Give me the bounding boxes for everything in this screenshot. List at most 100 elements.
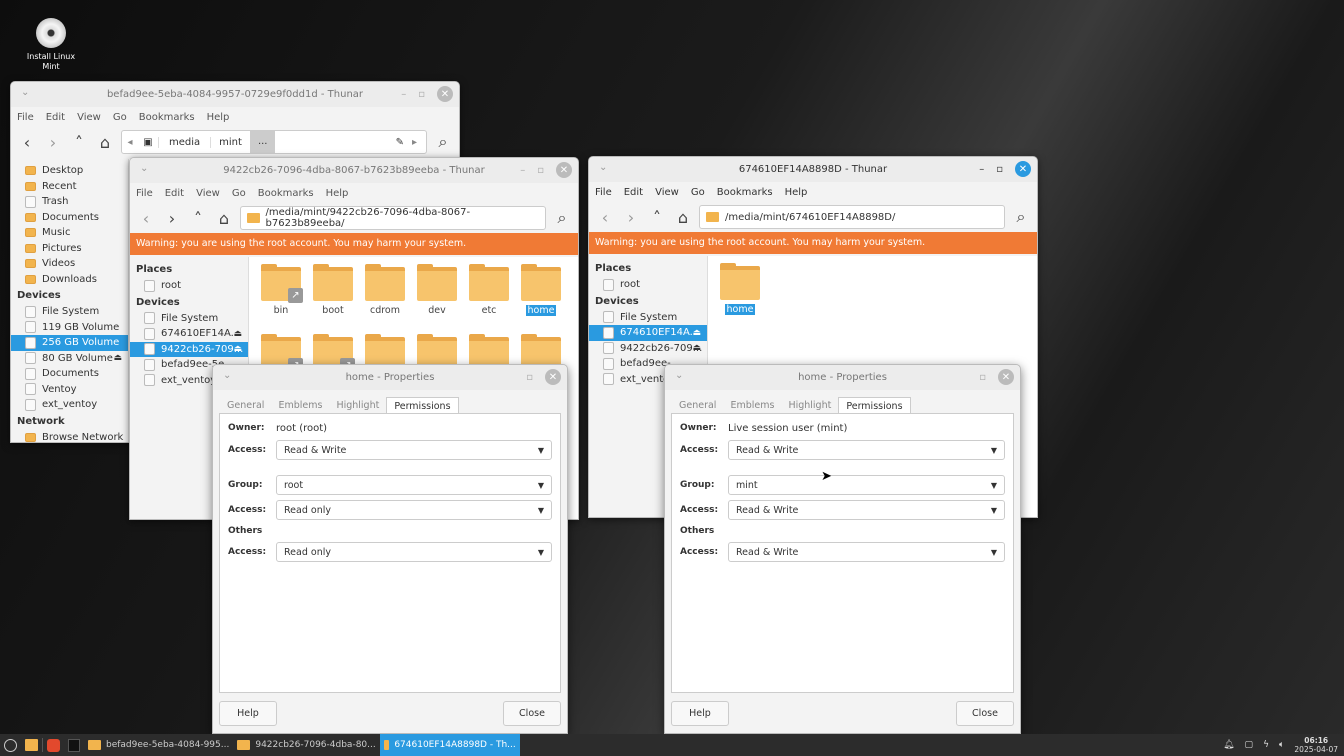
owner-access-select[interactable]: Read & Write ▼ bbox=[728, 440, 1005, 460]
sidebar-item-videos[interactable]: Videos bbox=[11, 256, 128, 272]
location-input[interactable]: /media/mint/9422cb26-7096-4dba-8067-b762… bbox=[240, 206, 546, 230]
menu-help[interactable]: Help bbox=[785, 187, 808, 198]
help-button[interactable]: Help bbox=[671, 701, 729, 726]
sidebar-item-documents[interactable]: Documents bbox=[11, 210, 128, 226]
up-button[interactable]: ˄ bbox=[69, 133, 89, 152]
minimize-button[interactable]: – bbox=[520, 165, 525, 176]
scroll-right-icon[interactable]: ▸ bbox=[412, 137, 426, 148]
folder-item-dev[interactable]: dev bbox=[411, 264, 463, 329]
menu-edit[interactable]: Edit bbox=[624, 187, 643, 198]
owner-access-select[interactable]: Read & Write ▼ bbox=[276, 440, 552, 460]
back-button[interactable]: ‹ bbox=[595, 208, 615, 227]
sidebar-item-music[interactable]: Music bbox=[11, 225, 128, 241]
folder-item-bin[interactable]: ↗ bin bbox=[255, 264, 307, 329]
tab-general[interactable]: General bbox=[220, 397, 271, 414]
volume-icon[interactable]: 🔈︎ bbox=[1279, 740, 1284, 750]
menu-go[interactable]: Go bbox=[691, 187, 705, 198]
close-dialog-button[interactable]: Close bbox=[503, 701, 561, 726]
maximize-button[interactable]: ▫ bbox=[537, 165, 544, 176]
up-button[interactable]: ˄ bbox=[647, 208, 667, 227]
chevron-down-icon[interactable]: ⌄ bbox=[675, 370, 683, 381]
group-select[interactable]: mint ▼ bbox=[728, 475, 1005, 495]
search-icon[interactable]: ⌕ bbox=[1011, 207, 1031, 227]
help-button[interactable]: Help bbox=[219, 701, 277, 726]
maximize-button[interactable]: ▫ bbox=[418, 89, 425, 100]
tab-emblems[interactable]: Emblems bbox=[271, 397, 329, 414]
sidebar-item-recent[interactable]: Recent bbox=[11, 179, 128, 195]
menu-bookmarks[interactable]: Bookmarks bbox=[258, 188, 314, 199]
others-access-select[interactable]: Read & Write ▼ bbox=[728, 542, 1005, 562]
minimize-button[interactable]: – bbox=[401, 89, 406, 100]
title-bar[interactable]: ⌄ befad9ee-5eba-4084-9957-0729e9f0dd1d - … bbox=[11, 82, 459, 107]
menu-bookmarks[interactable]: Bookmarks bbox=[139, 112, 195, 123]
back-button[interactable]: ‹ bbox=[136, 209, 156, 228]
home-button[interactable]: ⌂ bbox=[95, 133, 115, 152]
task-9422cb26[interactable]: 9422cb26-7096-4dba-80... bbox=[233, 734, 379, 756]
maximize-button[interactable]: ▫ bbox=[979, 372, 986, 383]
title-bar[interactable]: ⌄ 674610EF14A8898D - Thunar – ▫ ✕ bbox=[589, 157, 1037, 182]
tab-highlight[interactable]: Highlight bbox=[781, 397, 838, 414]
menu-help[interactable]: Help bbox=[207, 112, 230, 123]
forward-button[interactable]: › bbox=[162, 209, 182, 228]
title-bar[interactable]: ⌄ home - Properties ▫ ✕ bbox=[213, 365, 567, 390]
sidebar-item-ext-ventoy[interactable]: ext_ventoy bbox=[11, 397, 128, 413]
sidebar-item-file-system[interactable]: File System bbox=[589, 310, 707, 326]
sidebar-item-pictures[interactable]: Pictures bbox=[11, 241, 128, 257]
sidebar-item-ventoy[interactable]: Ventoy bbox=[11, 382, 128, 398]
menu-go[interactable]: Go bbox=[113, 112, 127, 123]
home-button[interactable]: ⌂ bbox=[673, 208, 693, 227]
eject-icon[interactable]: ⏏ bbox=[692, 343, 701, 353]
forward-button[interactable]: › bbox=[43, 133, 63, 152]
title-bar[interactable]: ⌄ 9422cb26-7096-4dba-8067-b7623b89eeba - … bbox=[130, 158, 578, 183]
crumb-mint[interactable]: mint bbox=[210, 136, 250, 148]
forward-button[interactable]: › bbox=[621, 208, 641, 227]
folder-item-boot[interactable]: boot bbox=[307, 264, 359, 329]
folder-item-etc[interactable]: etc bbox=[463, 264, 515, 329]
sidebar-item-256-gb-volume[interactable]: 256 GB Volume bbox=[11, 335, 128, 351]
crumb-media[interactable]: media bbox=[158, 136, 210, 148]
sidebar-item-9422cb26-709[interactable]: 9422cb26-709... ⏏ bbox=[589, 341, 707, 357]
task-befad9ee[interactable]: befad9ee-5eba-4084-995... bbox=[84, 734, 233, 756]
up-button[interactable]: ˄ bbox=[188, 209, 208, 228]
search-icon[interactable]: ⌕ bbox=[552, 208, 572, 228]
folder-item-cdrom[interactable]: cdrom bbox=[359, 264, 411, 329]
sidebar-item-desktop[interactable]: Desktop bbox=[11, 163, 128, 179]
search-icon[interactable]: ⌕ bbox=[433, 132, 453, 152]
tab-emblems[interactable]: Emblems bbox=[723, 397, 781, 414]
edit-location-icon[interactable]: ✎ bbox=[396, 137, 412, 148]
crumb-more[interactable]: ... bbox=[249, 130, 276, 154]
chevron-down-icon[interactable]: ⌄ bbox=[21, 87, 29, 98]
menu-file[interactable]: File bbox=[136, 188, 153, 199]
scroll-left-icon[interactable]: ◂ bbox=[122, 137, 138, 148]
menu-go[interactable]: Go bbox=[232, 188, 246, 199]
others-access-select[interactable]: Read only ▼ bbox=[276, 542, 552, 562]
sidebar-item-674610ef14a[interactable]: 674610EF14A... ⏏ bbox=[130, 326, 248, 342]
eject-icon[interactable]: ⏏ bbox=[692, 328, 701, 338]
chevron-down-icon[interactable]: ⌄ bbox=[599, 162, 607, 173]
display-icon[interactable]: ▢ bbox=[1245, 740, 1254, 750]
maximize-button[interactable]: ▫ bbox=[996, 164, 1003, 175]
sidebar-item-9422cb26-709[interactable]: 9422cb26-709... ⏏ bbox=[130, 341, 248, 357]
menu-file[interactable]: File bbox=[17, 112, 34, 123]
menu-button[interactable] bbox=[0, 734, 21, 756]
tab-general[interactable]: General bbox=[672, 397, 723, 414]
folder-item-home[interactable]: home bbox=[714, 263, 766, 328]
close-button[interactable]: ✕ bbox=[1015, 161, 1031, 177]
maximize-button[interactable]: ▫ bbox=[526, 372, 533, 383]
menu-view[interactable]: View bbox=[196, 188, 220, 199]
eject-icon[interactable]: ⏏ bbox=[113, 353, 122, 363]
back-button[interactable]: ‹ bbox=[17, 133, 37, 152]
tab-permissions[interactable]: Permissions bbox=[838, 397, 911, 414]
tab-highlight[interactable]: Highlight bbox=[329, 397, 386, 414]
sidebar-item-root[interactable]: root bbox=[130, 278, 248, 294]
group-access-select[interactable]: Read & Write ▼ bbox=[728, 500, 1005, 520]
title-bar[interactable]: ⌄ home - Properties ▫ ✕ bbox=[665, 365, 1020, 390]
files-launcher[interactable] bbox=[21, 734, 42, 756]
drive-icon[interactable]: ▣ bbox=[138, 137, 158, 148]
task-674610ef[interactable]: 674610EF14A8898D - Th... bbox=[379, 734, 520, 756]
group-select[interactable]: root ▼ bbox=[276, 475, 552, 495]
firefox-launcher[interactable] bbox=[43, 734, 64, 756]
close-button[interactable]: ✕ bbox=[545, 369, 561, 385]
close-button[interactable]: ✕ bbox=[437, 86, 453, 102]
clock[interactable]: 06:16 2025-04-07 bbox=[1294, 736, 1338, 754]
